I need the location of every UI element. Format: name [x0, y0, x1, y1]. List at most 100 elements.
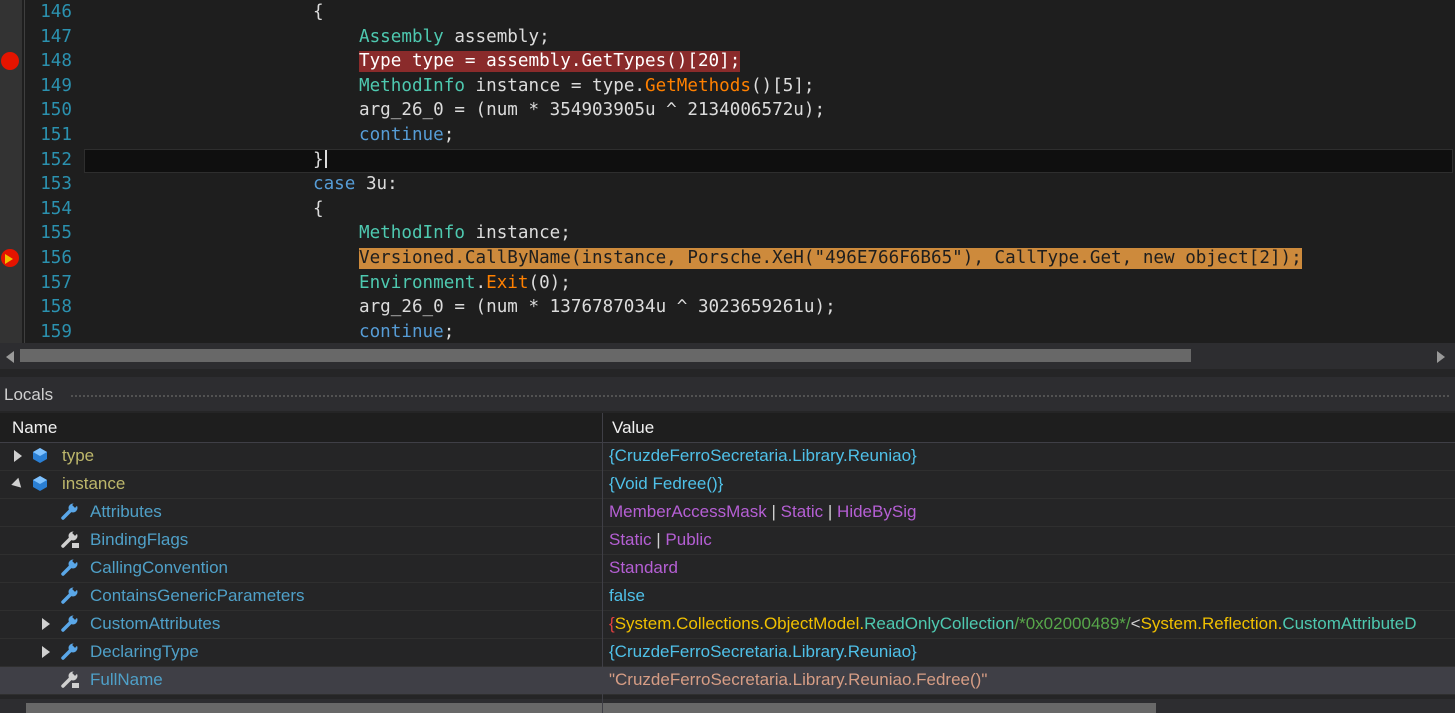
code-text: continue;	[359, 320, 454, 343]
locals-row[interactable]: ContainsGenericParameters false	[0, 583, 1455, 611]
line-number: 150	[40, 100, 72, 121]
code-text: continue;	[359, 123, 454, 148]
locals-row[interactable]: DeclaringType {CruzdeFerroSecretaria.Libr…	[0, 639, 1455, 667]
property-wrench-icon	[60, 558, 80, 583]
local-value[interactable]: MemberAccessMask | Static | HideBySig	[609, 502, 916, 522]
name-column-header[interactable]: Name	[12, 418, 57, 438]
code-line[interactable]: 152}	[0, 148, 1455, 173]
code-line[interactable]: 159 continue;	[0, 320, 1455, 343]
code-token: case	[313, 174, 356, 195]
code-line[interactable]: 149 MethodInfo instance = type.GetMethods…	[0, 74, 1455, 99]
locals-row[interactable]: type {CruzdeFerroSecretaria.Library.Reuni…	[0, 443, 1455, 471]
current-statement-highlight: Versioned.CallByName(instance, Porsche.X…	[359, 248, 1302, 269]
local-value[interactable]: Static | Public	[609, 530, 712, 550]
code-token: Assembly	[359, 26, 444, 47]
code-line[interactable]: 156 Versioned.CallByName(instance, Porsch…	[0, 246, 1455, 271]
value-token: Standard	[609, 558, 678, 577]
code-line[interactable]: 158 arg_26_0 = (num * 1376787034u ^ 30236…	[0, 295, 1455, 320]
code-text: Assembly assembly;	[359, 25, 550, 50]
code-line[interactable]: 148 Type type = assembly.GetTypes()[20];	[0, 49, 1455, 74]
local-value[interactable]: Standard	[609, 558, 678, 578]
title-bar-grip[interactable]	[70, 394, 1451, 399]
local-value[interactable]: {System.Collections.ObjectModel.ReadOnly…	[609, 614, 1417, 634]
execution-pointer-icon[interactable]	[5, 254, 13, 264]
property-wrench-icon	[60, 586, 80, 611]
locals-row[interactable]: Attributes MemberAccessMask | Static | Hi…	[0, 499, 1455, 527]
property-wrench-icon	[60, 614, 80, 639]
expand-triangle-icon[interactable]	[42, 646, 50, 658]
value-token: Static	[609, 530, 652, 549]
locals-title-bar[interactable]: Locals	[0, 377, 1455, 411]
value-token: ReadOnlyCollection	[864, 614, 1015, 633]
local-value[interactable]: {CruzdeFerroSecretaria.Library.Reuniao}	[609, 642, 917, 662]
code-text: Environment.Exit(0);	[359, 271, 571, 296]
code-token: continue	[359, 125, 444, 145]
locals-row[interactable]: CustomAttributes {System.Collections.Obje…	[0, 611, 1455, 639]
value-token: /*0x02000489*/	[1014, 614, 1131, 633]
line-number: 149	[40, 75, 72, 96]
locals-scroll-thumb[interactable]	[26, 703, 1156, 713]
code-token: Type type = assembly.GetTypes()[20];	[359, 51, 741, 72]
local-value[interactable]: "CruzdeFerroSecretaria.Library.Reuniao.F…	[609, 670, 987, 690]
code-text: MethodInfo instance = type.GetMethods()[…	[359, 74, 815, 99]
local-name: instance	[62, 474, 126, 493]
code-line[interactable]: 154 {	[0, 197, 1455, 222]
editor-scroll-thumb[interactable]	[20, 349, 1191, 362]
code-text: MethodInfo instance;	[359, 221, 571, 246]
line-number: 153	[40, 174, 72, 195]
locals-row[interactable]: FullName "CruzdeFerroSecretaria.Library.R…	[0, 667, 1455, 695]
breakpoint-icon[interactable]	[1, 52, 19, 71]
code-line[interactable]: 151 continue;	[0, 123, 1455, 148]
code-line[interactable]: 147 Assembly assembly;	[0, 25, 1455, 50]
scroll-left-arrow-icon[interactable]	[6, 351, 14, 363]
collapse-triangle-icon[interactable]	[11, 477, 25, 492]
code-editor[interactable]: 146 {147 Assembly assembly; 148 Type type = …	[0, 0, 1455, 343]
text-caret	[324, 149, 327, 168]
code-text: arg_26_0 = (num * 354903905u ^ 213400657…	[359, 98, 825, 123]
local-value[interactable]: {Void Fedree()}	[609, 474, 723, 494]
code-text: {	[313, 197, 324, 222]
line-number: 147	[40, 26, 72, 47]
local-value[interactable]: false	[609, 586, 645, 606]
expand-triangle-icon[interactable]	[14, 450, 22, 462]
code-text: Type type = assembly.GetTypes()[20];	[359, 49, 741, 74]
local-value[interactable]: {CruzdeFerroSecretaria.Library.Reuniao}	[609, 446, 917, 466]
value-column-header[interactable]: Value	[612, 418, 654, 438]
local-name: Attributes	[90, 502, 162, 521]
code-token: Environment	[359, 272, 476, 293]
line-number: 156	[40, 248, 72, 268]
code-token: 3u:	[355, 174, 398, 195]
editor-horizontal-scrollbar[interactable]	[0, 343, 1455, 369]
local-name: BindingFlags	[90, 530, 189, 549]
code-token: }	[313, 149, 324, 170]
value-token: System.Reflection.	[1140, 614, 1283, 633]
breakpoint-highlight: Type type = assembly.GetTypes()[20];	[359, 51, 741, 73]
code-token: Exit	[486, 272, 529, 293]
code-token: ;	[443, 125, 455, 145]
column-separator[interactable]	[602, 413, 603, 713]
code-line[interactable]: 146 {	[0, 0, 1455, 25]
local-name: ContainsGenericParameters	[90, 586, 305, 605]
code-line[interactable]: 150 arg_26_0 = (num * 354903905u ^ 213400…	[0, 98, 1455, 123]
line-number: 159	[40, 321, 72, 342]
code-line[interactable]: 153 case 3u:	[0, 172, 1455, 197]
value-token: <	[1130, 614, 1141, 633]
locals-column-headers: Name Value	[0, 413, 1455, 443]
locals-horizontal-scrollbar[interactable]	[0, 699, 1455, 713]
scroll-right-arrow-icon[interactable]	[1437, 351, 1445, 363]
locals-row[interactable]: instance {Void Fedree()}	[0, 471, 1455, 499]
locals-row[interactable]: CallingConvention Standard	[0, 555, 1455, 583]
property-wrench-lock-icon	[60, 670, 80, 695]
field-icon	[30, 446, 50, 471]
line-number: 158	[40, 297, 72, 318]
value-token: |	[651, 530, 666, 549]
code-line[interactable]: 155 MethodInfo instance;	[0, 221, 1455, 246]
code-token: arg_26_0 = (num * 1376787034u ^ 30236592…	[359, 297, 836, 318]
locals-row[interactable]: BindingFlags Static | Public	[0, 527, 1455, 555]
code-line[interactable]: 157 Environment.Exit(0);	[0, 271, 1455, 296]
expand-triangle-icon[interactable]	[42, 618, 50, 630]
value-token: false	[609, 586, 645, 605]
value-token: System.Collections.ObjectModel.	[614, 614, 865, 633]
line-number: 146	[40, 2, 72, 22]
code-token: continue	[359, 321, 444, 342]
